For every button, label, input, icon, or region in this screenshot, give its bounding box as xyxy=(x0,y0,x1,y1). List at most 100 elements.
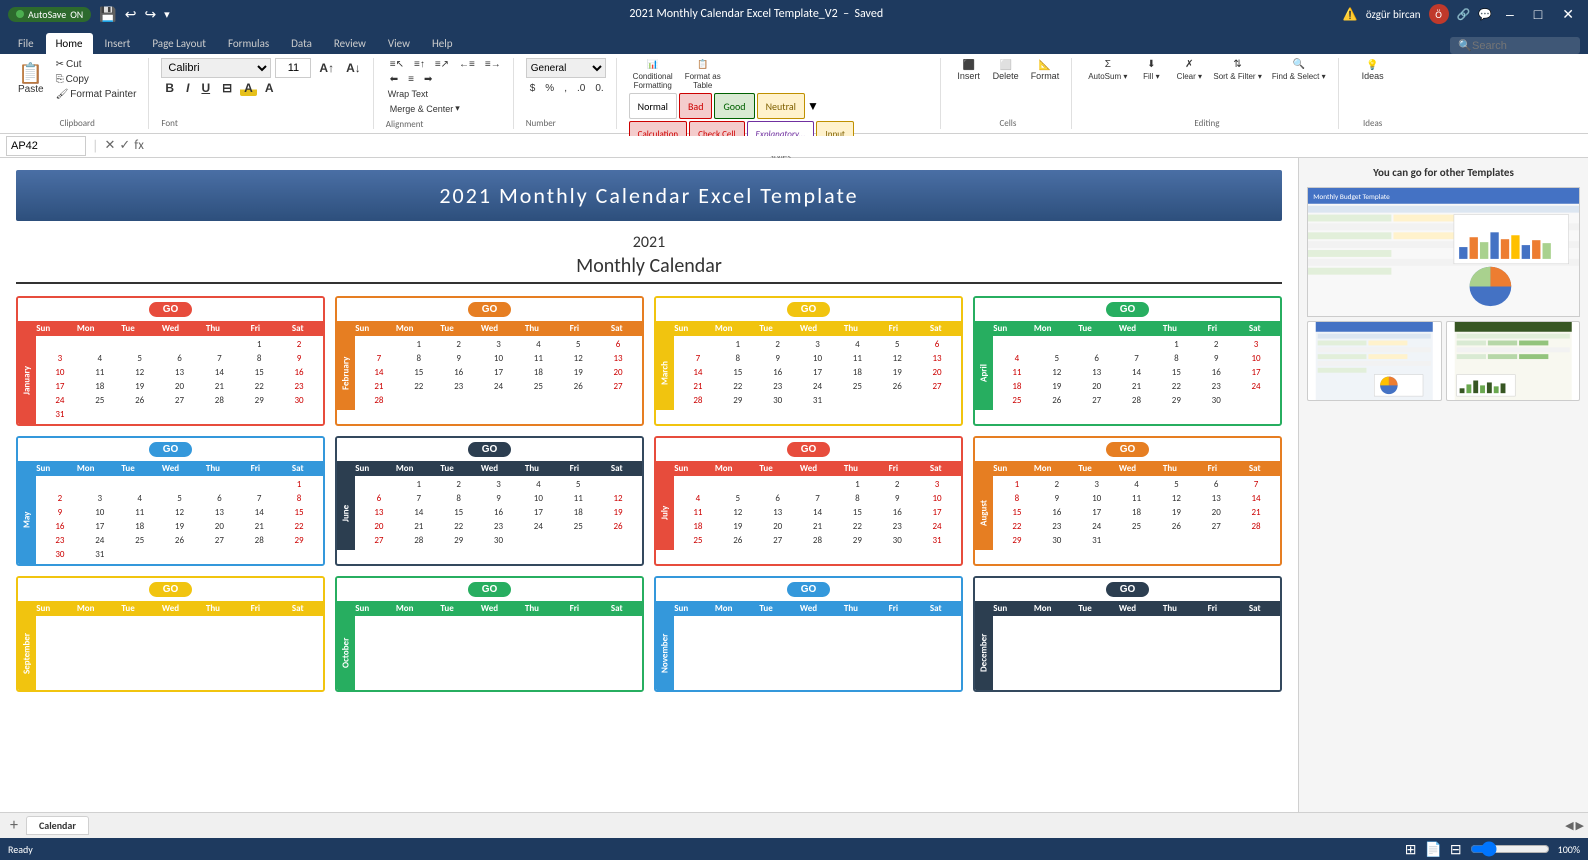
fill-color-button[interactable]: A xyxy=(240,80,257,96)
go-button-june[interactable]: GO xyxy=(468,442,512,457)
number-format-select[interactable]: General xyxy=(526,58,606,78)
increase-decimal-button[interactable]: .0 xyxy=(573,82,589,95)
save-icon[interactable]: 💾 xyxy=(99,6,116,23)
autosum-button[interactable]: Σ AutoSum ▾ xyxy=(1084,58,1131,82)
template-preview-large[interactable]: Monthly Budget Template xyxy=(1307,187,1580,317)
align-top-right-button[interactable]: ≡↗ xyxy=(431,58,453,71)
percent-button[interactable]: % xyxy=(541,82,558,95)
template-thumb-1[interactable] xyxy=(1307,321,1442,401)
style-neutral[interactable]: Neutral xyxy=(757,93,805,119)
decrease-font-button[interactable]: A↓ xyxy=(342,60,365,76)
styles-expand-icon[interactable]: ▼ xyxy=(807,99,819,114)
day-cell xyxy=(199,632,239,646)
cell-reference-box[interactable] xyxy=(6,136,86,156)
fill-button[interactable]: ⬇ Fill ▾ xyxy=(1133,58,1169,82)
go-button-march[interactable]: GO xyxy=(787,302,831,317)
zoom-slider[interactable] xyxy=(1470,841,1550,857)
copy-button[interactable]: ⎘ Copy xyxy=(52,73,141,86)
align-center-button[interactable]: ≡ xyxy=(404,73,418,86)
style-normal[interactable]: Normal xyxy=(629,93,677,119)
undo-icon[interactable]: ↩ xyxy=(125,6,137,23)
cut-button[interactable]: ✂ Cut xyxy=(52,58,141,71)
go-button-october[interactable]: GO xyxy=(468,582,512,597)
borders-button[interactable]: ⊟ xyxy=(218,80,236,96)
align-left-button[interactable]: ⬅ xyxy=(386,73,402,86)
go-button-september[interactable]: GO xyxy=(149,582,193,597)
wrap-text-button[interactable]: Wrap Text xyxy=(386,88,505,100)
tab-data[interactable]: Data xyxy=(281,33,322,54)
sheet-tab-calendar[interactable]: Calendar xyxy=(26,816,89,835)
tab-help[interactable]: Help xyxy=(422,33,463,54)
accounting-button[interactable]: $ xyxy=(526,82,540,95)
font-size-input[interactable] xyxy=(275,58,311,78)
page-layout-icon[interactable]: 📄 xyxy=(1424,841,1441,858)
search-input[interactable] xyxy=(1472,40,1572,52)
tab-review[interactable]: Review xyxy=(324,33,376,54)
search-box[interactable]: 🔍 xyxy=(1450,37,1580,54)
paste-button[interactable]: 📋 Paste xyxy=(14,62,48,97)
comma-button[interactable]: , xyxy=(560,82,571,95)
tab-file[interactable]: File xyxy=(8,33,44,54)
minimize-button[interactable]: – xyxy=(1500,6,1520,22)
maximize-button[interactable]: □ xyxy=(1528,6,1548,22)
align-right-button[interactable]: ➡ xyxy=(420,73,436,86)
increase-font-button[interactable]: A↑ xyxy=(315,60,338,76)
normal-view-icon[interactable]: ⊞ xyxy=(1405,841,1417,858)
clear-button[interactable]: ✗ Clear ▾ xyxy=(1171,58,1207,82)
conditional-formatting-button[interactable]: 📊 ConditionalFormatting xyxy=(629,58,677,91)
go-button-february[interactable]: GO xyxy=(468,302,512,317)
format-button[interactable]: 📐 Format xyxy=(1027,58,1064,83)
formula-fx-icon[interactable]: fx xyxy=(134,138,144,153)
find-select-button[interactable]: 🔍 Find & Select ▾ xyxy=(1268,58,1330,82)
template-thumb-2[interactable] xyxy=(1446,321,1581,401)
align-top-left-button[interactable]: ≡↖ xyxy=(386,58,408,71)
tab-view[interactable]: View xyxy=(378,33,420,54)
autosave-badge[interactable]: AutoSave ON xyxy=(8,7,91,22)
tab-page-layout[interactable]: Page Layout xyxy=(142,33,216,54)
add-sheet-button[interactable]: + xyxy=(4,816,24,835)
comments-icon[interactable]: 💬 xyxy=(1478,8,1492,21)
day-cell: 26 xyxy=(558,380,598,394)
format-painter-button[interactable]: 🖌 Format Painter xyxy=(52,88,141,101)
delete-button[interactable]: ⬜ Delete xyxy=(989,58,1023,83)
go-button-may[interactable]: GO xyxy=(149,442,193,457)
tab-formulas[interactable]: Formulas xyxy=(218,33,279,54)
day-cell: 9 xyxy=(1037,492,1077,506)
formula-confirm-icon[interactable]: ✓ xyxy=(119,138,130,153)
go-button-april[interactable]: GO xyxy=(1106,302,1150,317)
align-top-center-button[interactable]: ≡↑ xyxy=(410,58,429,71)
formula-input[interactable] xyxy=(150,136,1582,156)
underline-button[interactable]: U xyxy=(197,80,214,96)
go-button-november[interactable]: GO xyxy=(787,582,831,597)
style-bad[interactable]: Bad xyxy=(679,93,712,119)
scroll-right-icon[interactable]: ▶ xyxy=(1576,819,1584,832)
ideas-button[interactable]: 💡 Ideas xyxy=(1357,58,1389,83)
go-button-august[interactable]: GO xyxy=(1106,442,1150,457)
scroll-left-icon[interactable]: ◀ xyxy=(1565,819,1573,832)
redo-icon[interactable]: ↪ xyxy=(144,6,156,23)
tab-insert[interactable]: Insert xyxy=(95,33,141,54)
font-color-button[interactable]: A xyxy=(261,80,278,96)
notification-icon[interactable]: ⚠️ xyxy=(1343,7,1358,22)
sort-filter-button[interactable]: ⇅ Sort & Filter ▾ xyxy=(1209,58,1265,82)
go-button-january[interactable]: GO xyxy=(149,302,193,317)
formula-cancel-icon[interactable]: ✕ xyxy=(104,138,115,153)
page-break-icon[interactable]: ⊟ xyxy=(1450,841,1462,858)
share-icon[interactable]: 🔗 xyxy=(1457,8,1471,21)
insert-button[interactable]: ⬛ Insert xyxy=(953,58,985,83)
format-as-table-button[interactable]: 📋 Format asTable xyxy=(681,58,725,91)
font-name-select[interactable]: Calibri xyxy=(161,58,271,78)
indent-decrease-button[interactable]: ←≡ xyxy=(455,58,479,71)
italic-button[interactable]: I xyxy=(182,80,193,96)
go-button-july[interactable]: GO xyxy=(787,442,831,457)
close-button[interactable]: ✕ xyxy=(1556,6,1580,23)
bold-button[interactable]: B xyxy=(161,80,178,96)
day-cell xyxy=(798,674,838,688)
merge-center-button[interactable]: Merge & Center ▾ xyxy=(386,102,505,115)
style-good[interactable]: Good xyxy=(714,93,754,119)
tab-home[interactable]: Home xyxy=(46,33,93,54)
decrease-decimal-button[interactable]: 0. xyxy=(591,82,607,95)
day-cell xyxy=(798,660,838,674)
indent-increase-button[interactable]: ≡→ xyxy=(481,58,505,71)
go-button-december[interactable]: GO xyxy=(1106,582,1150,597)
